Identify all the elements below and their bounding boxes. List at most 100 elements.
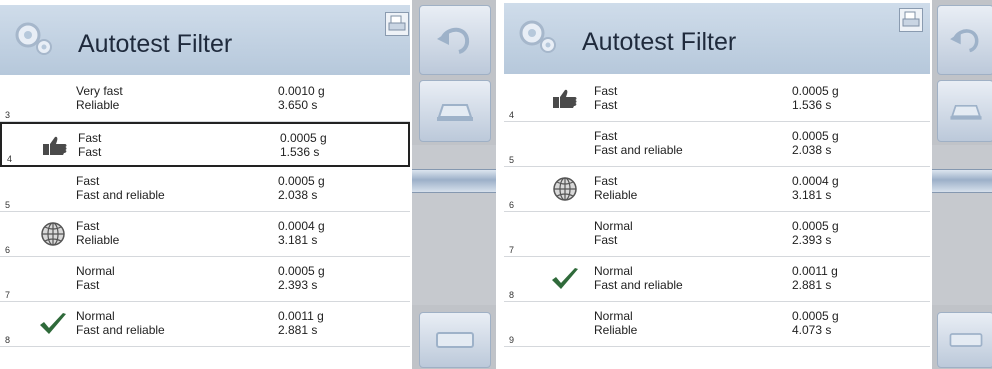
time-value: 1.536 s: [792, 98, 832, 112]
back-arrow-icon: [437, 27, 470, 54]
keyboard-button[interactable]: [419, 312, 491, 368]
speed-label: Fast: [594, 84, 618, 98]
print-icon[interactable]: [385, 12, 409, 36]
sidebar: [932, 0, 992, 369]
time-value: 2.881 s: [278, 323, 318, 337]
thumbs-up-icon: [550, 86, 580, 112]
speed-label: Fast: [594, 129, 618, 143]
header-bar: Autotest Filter: [504, 3, 930, 74]
speed-label: Very fast: [76, 84, 123, 98]
sidebar: [412, 0, 496, 369]
back-arrow-icon: [949, 29, 978, 53]
gears-icon: [15, 22, 52, 55]
back-button[interactable]: [419, 5, 491, 75]
left-panel: Autotest Filter 3 Very fast Reliable 0.0010…: [0, 0, 496, 369]
speed-label: Normal: [76, 264, 115, 278]
list-item[interactable]: 7 Normal Fast 0.0005 g 2.393 s: [504, 212, 930, 257]
deviation-value: 0.0004 g: [792, 174, 839, 188]
mode-label: Fast: [78, 145, 102, 159]
list-item[interactable]: 3 Very fast Reliable 0.0010 g 3.650 s: [0, 77, 410, 122]
scrollbar-thumb[interactable]: [932, 169, 992, 193]
time-value: 3.181 s: [278, 233, 318, 247]
time-value: 2.393 s: [792, 233, 832, 247]
list-item[interactable]: 6 Fast Reliable 0.0004 g 3.181 s: [0, 212, 410, 257]
mode-label: Reliable: [594, 323, 638, 337]
row-index: 6: [509, 200, 515, 210]
deviation-value: 0.0005 g: [278, 174, 325, 188]
globe-icon: [550, 176, 580, 202]
row-index: 9: [509, 335, 515, 345]
row-index: 4: [509, 110, 515, 120]
scale-button[interactable]: [937, 80, 992, 142]
list-item[interactable]: 5 Fast Fast and reliable 0.0005 g 2.038 s: [0, 167, 410, 212]
time-value: 2.393 s: [278, 278, 318, 292]
mode-label: Fast and reliable: [76, 323, 165, 337]
time-value: 3.650 s: [278, 98, 318, 112]
deviation-value: 0.0005 g: [280, 131, 327, 145]
check-icon: [38, 311, 68, 337]
header-bar: Autotest Filter: [0, 5, 410, 75]
list-item[interactable]: 6 Fast Reliable 0.0004 g 3.181 s: [504, 167, 930, 212]
time-value: 2.881 s: [792, 278, 832, 292]
mode-label: Fast: [76, 278, 100, 292]
deviation-value: 0.0011 g: [792, 264, 838, 278]
page-title: Autotest Filter: [582, 28, 737, 56]
mode-label: Fast and reliable: [594, 143, 683, 157]
time-value: 2.038 s: [278, 188, 318, 202]
speed-label: Fast: [78, 131, 102, 145]
print-icon[interactable]: [899, 8, 923, 32]
row-index: 6: [5, 245, 11, 255]
speed-label: Fast: [594, 174, 618, 188]
time-value: 4.073 s: [792, 323, 832, 337]
mode-label: Fast and reliable: [594, 278, 683, 292]
deviation-value: 0.0005 g: [278, 264, 325, 278]
mode-label: Fast and reliable: [76, 188, 165, 202]
speed-label: Normal: [594, 309, 633, 323]
back-button[interactable]: [937, 5, 992, 75]
mode-label: Reliable: [76, 98, 120, 112]
filter-list: 4 Fast Fast 0.0005 g 1.536 s 5 Fast Fast and re…: [504, 77, 930, 347]
deviation-value: 0.0005 g: [792, 219, 839, 233]
list-item[interactable]: 8 Normal Fast and reliable 0.0011 g 2.881 s: [504, 257, 930, 302]
row-index: 7: [5, 290, 11, 300]
row-index: 7: [509, 245, 515, 255]
mode-label: Reliable: [594, 188, 638, 202]
page-title: Autotest Filter: [78, 30, 233, 58]
gears-icon: [519, 20, 556, 53]
time-value: 3.181 s: [792, 188, 832, 202]
check-icon: [550, 266, 580, 292]
deviation-value: 0.0010 g: [278, 84, 325, 98]
keyboard-icon: [949, 333, 982, 347]
deviation-value: 0.0005 g: [792, 309, 839, 323]
keyboard-icon: [436, 332, 474, 348]
row-index: 5: [509, 155, 515, 165]
speed-label: Normal: [76, 309, 115, 323]
list-item[interactable]: 4 Fast Fast 0.0005 g 1.536 s: [504, 77, 930, 122]
scrollbar[interactable]: [932, 145, 992, 305]
thumbs-up-icon: [40, 133, 70, 159]
scrollbar-thumb[interactable]: [412, 169, 496, 193]
mode-label: Reliable: [76, 233, 120, 247]
scale-icon: [949, 104, 982, 120]
deviation-value: 0.0011 g: [278, 309, 324, 323]
time-value: 1.536 s: [280, 145, 320, 159]
speed-label: Normal: [594, 219, 633, 233]
row-index: 4: [7, 154, 13, 164]
mode-label: Fast: [594, 233, 618, 247]
mode-label: Fast: [594, 98, 618, 112]
deviation-value: 0.0004 g: [278, 219, 325, 233]
speed-label: Fast: [76, 219, 100, 233]
list-item[interactable]: 8 Normal Fast and reliable 0.0011 g 2.881 s: [0, 302, 410, 347]
list-item[interactable]: 4 Fast Fast 0.0005 g 1.536 s: [0, 122, 410, 167]
right-panel: Autotest Filter 4 Fast Fast 0.0005 g 1.536 s…: [504, 0, 992, 369]
filter-list: 3 Very fast Reliable 0.0010 g 3.650 s 4 Fast Fa…: [0, 77, 410, 347]
list-item[interactable]: 7 Normal Fast 0.0005 g 2.393 s: [0, 257, 410, 302]
list-item[interactable]: 9 Normal Reliable 0.0005 g 4.073 s: [504, 302, 930, 347]
row-index: 8: [5, 335, 11, 345]
scrollbar[interactable]: [412, 145, 496, 305]
keyboard-button[interactable]: [937, 312, 992, 368]
list-item[interactable]: 5 Fast Fast and reliable 0.0005 g 2.038 s: [504, 122, 930, 167]
speed-label: Normal: [594, 264, 633, 278]
row-index: 8: [509, 290, 515, 300]
scale-button[interactable]: [419, 80, 491, 142]
